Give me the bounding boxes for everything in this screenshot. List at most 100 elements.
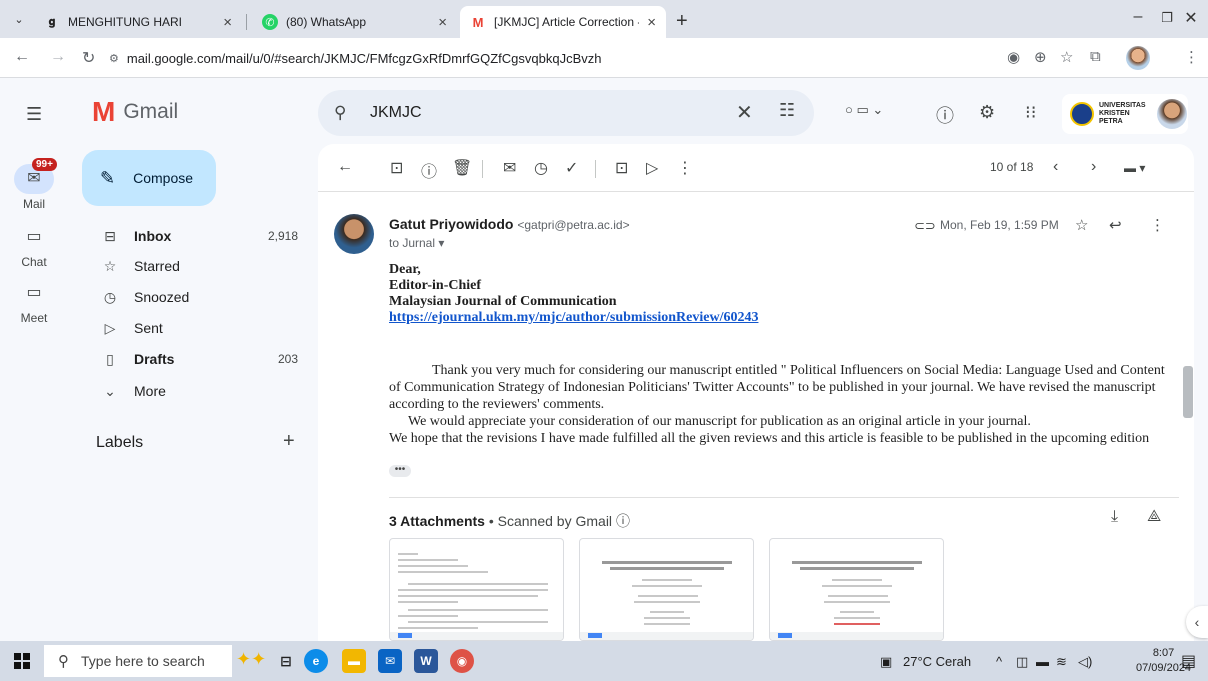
apps-grid-icon[interactable]: ⁝⁝ <box>1025 102 1036 123</box>
tab-search-chevron-icon[interactable]: ⌄ <box>10 11 28 29</box>
sender-line: Gatut Priyowidodo <gatpri@petra.ac.id> <box>389 216 630 232</box>
taskbar-search-box[interactable]: ⚲ Type here to search <box>44 645 232 677</box>
status-chip[interactable]: ○ ▭ ⌄ <box>845 102 883 118</box>
url-bar[interactable]: ⚙ mail.google.com/mail/u/0/#search/JKMJC… <box>105 43 995 73</box>
search-bar[interactable]: ⚲ JKMJC ✕ ☷ <box>318 90 814 136</box>
mail-app-icon[interactable]: ✉ <box>378 649 402 673</box>
tab-whatsapp[interactable]: ✆ (80) WhatsApp × <box>252 6 457 38</box>
rail-meet[interactable]: ▭ Meet <box>0 278 68 325</box>
message-scrollbar[interactable] <box>1183 366 1193 418</box>
weather-icon[interactable]: ▣ <box>880 654 892 670</box>
back-to-search-icon[interactable]: ← <box>337 158 353 176</box>
pagination-count: 10 of 18 <box>990 160 1034 174</box>
gmail-logo[interactable]: M Gmail <box>92 98 178 126</box>
nav-starred[interactable]: ☆ Starred <box>82 250 310 282</box>
report-spam-icon[interactable]: ⓘ <box>421 158 437 182</box>
nav-inbox[interactable]: ⊟ Inbox 2,918 <box>82 220 310 252</box>
message-more-icon[interactable]: ⋮ <box>1150 216 1165 234</box>
reload-icon[interactable]: ↻ <box>82 48 95 68</box>
rail-mail[interactable]: ✉ 99+ Mail <box>0 158 68 211</box>
move-to-icon[interactable]: ⊡ <box>615 158 628 178</box>
recipients-line[interactable]: to Jurnal ▾ <box>389 236 444 250</box>
file-explorer-icon[interactable]: ▬ <box>342 649 366 673</box>
sparkle-widget-icon[interactable]: ✦✦ <box>236 649 266 670</box>
rail-chat[interactable]: ▭ Chat <box>0 222 68 269</box>
windows-start-icon[interactable] <box>14 653 30 669</box>
main-menu-icon[interactable]: ☰ <box>26 104 42 125</box>
add-to-drive-icon[interactable]: ⟁ <box>1147 508 1161 526</box>
sender-name: Gatut Priyowidodo <box>389 216 514 232</box>
search-input[interactable]: JKMJC <box>370 104 422 122</box>
eye-icon[interactable]: ◉ <box>1007 48 1020 66</box>
browser-profile-avatar[interactable] <box>1126 46 1150 70</box>
sender-avatar[interactable] <box>334 214 374 254</box>
zoom-icon[interactable]: ⊕ <box>1034 48 1047 66</box>
close-window-icon[interactable]: ✕ <box>1181 8 1201 28</box>
tab-close-icon[interactable]: × <box>438 14 447 31</box>
delete-icon[interactable]: 🗑 <box>452 158 472 178</box>
info-icon[interactable]: ⓘ <box>616 513 630 529</box>
account-chip[interactable]: UNIVERSITAS KRISTEN PETRA <box>1062 94 1188 134</box>
compose-button[interactable]: ✎ Compose <box>82 150 216 206</box>
site-info-icon[interactable]: ⚙ <box>109 52 119 65</box>
windows-taskbar: ⚲ Type here to search ✦✦ ⊟ e ▬ ✉ W ◉ ▣ 2… <box>0 641 1208 681</box>
word-app-icon[interactable]: W <box>414 649 438 673</box>
add-label-icon[interactable]: + <box>283 430 295 453</box>
nav-snoozed[interactable]: ◷ Snoozed <box>82 281 310 313</box>
extensions-icon[interactable]: ⧉ <box>1090 48 1101 65</box>
nav-label: Sent <box>134 320 163 336</box>
snooze-icon[interactable]: ◷ <box>534 158 548 178</box>
download-all-icon[interactable]: ⤓ <box>1111 508 1118 526</box>
more-options-icon[interactable]: ⋮ <box>677 158 693 178</box>
tab-close-icon[interactable]: × <box>223 14 232 31</box>
attachment-thumbnail[interactable] <box>769 538 944 641</box>
bookmark-star-icon[interactable]: ☆ <box>1060 48 1073 66</box>
nav-label: Starred <box>134 258 180 274</box>
search-icon[interactable]: ⚲ <box>334 103 346 123</box>
attachment-thumbnail[interactable] <box>389 538 564 641</box>
tab-menghitung-hari[interactable]: 𝐠 MENGHITUNG HARI × <box>34 6 242 38</box>
weather-text[interactable]: 27°C Cerah <box>903 654 971 669</box>
restore-icon[interactable]: ❐ <box>1157 10 1177 26</box>
task-view-icon[interactable]: ⊟ <box>274 649 298 673</box>
network-icon[interactable]: ◫ <box>1016 654 1028 670</box>
settings-gear-icon[interactable]: ⚙ <box>979 102 995 123</box>
newer-chevron-icon[interactable]: ‹ <box>1053 158 1058 176</box>
edge-browser-icon[interactable]: e <box>304 649 328 673</box>
minimize-icon[interactable]: – <box>1128 8 1148 26</box>
wifi-icon[interactable]: ≋ <box>1056 654 1067 670</box>
reply-icon[interactable]: ↩ <box>1109 216 1122 234</box>
message-date: Mon, Feb 19, 1:59 PM <box>940 218 1059 232</box>
clear-search-icon[interactable]: ✕ <box>736 100 753 125</box>
attachment-thumbnail[interactable] <box>579 538 754 641</box>
nav-more[interactable]: ⌄ More <box>82 375 310 407</box>
nav-sent[interactable]: ▷ Sent <box>82 312 310 344</box>
add-to-tasks-icon[interactable]: ✓ <box>565 158 578 178</box>
back-arrow-icon[interactable]: ← <box>14 48 30 66</box>
older-chevron-icon[interactable]: › <box>1091 158 1096 176</box>
label-icon[interactable]: ▷ <box>646 158 658 178</box>
submission-review-link[interactable]: https://ejournal.ukm.my/mjc/author/submi… <box>389 310 758 325</box>
input-tools-icon[interactable]: ▬ ▾ <box>1124 161 1145 175</box>
battery-icon[interactable]: ▬ <box>1036 654 1049 669</box>
speaker-icon[interactable]: ◁) <box>1078 654 1092 670</box>
new-tab-button[interactable]: + <box>676 10 688 33</box>
nav-drafts[interactable]: ▯ Drafts 203 <box>82 343 310 375</box>
tray-chevron-up-icon[interactable]: ^ <box>996 654 1002 669</box>
forward-arrow-icon[interactable]: → <box>50 48 66 66</box>
show-trimmed-content-button[interactable]: ••• <box>389 465 411 477</box>
taskbar-search-placeholder: Type here to search <box>81 653 205 669</box>
search-options-icon[interactable]: ☷ <box>779 100 795 121</box>
star-message-icon[interactable]: ☆ <box>1075 216 1088 234</box>
mark-unread-icon[interactable]: ✉ <box>503 158 516 178</box>
university-name: UNIVERSITAS KRISTEN PETRA <box>1099 102 1146 125</box>
archive-icon[interactable]: ⊡ <box>390 158 403 178</box>
browser-tab-strip: ⌄ 𝐠 MENGHITUNG HARI × ✆ (80) WhatsApp × … <box>0 0 1208 38</box>
chrome-browser-icon[interactable]: ◉ <box>450 649 474 673</box>
tab-close-icon[interactable]: × <box>647 14 656 31</box>
sender-email: <gatpri@petra.ac.id> <box>517 218 630 232</box>
help-icon[interactable]: ⓘ <box>936 102 954 128</box>
browser-menu-icon[interactable]: ⋮ <box>1184 48 1199 66</box>
tab-jkmjc-article[interactable]: M [JKMJC] Article Correction - gat × <box>460 6 666 38</box>
notifications-icon[interactable]: ▤ <box>1181 651 1196 671</box>
